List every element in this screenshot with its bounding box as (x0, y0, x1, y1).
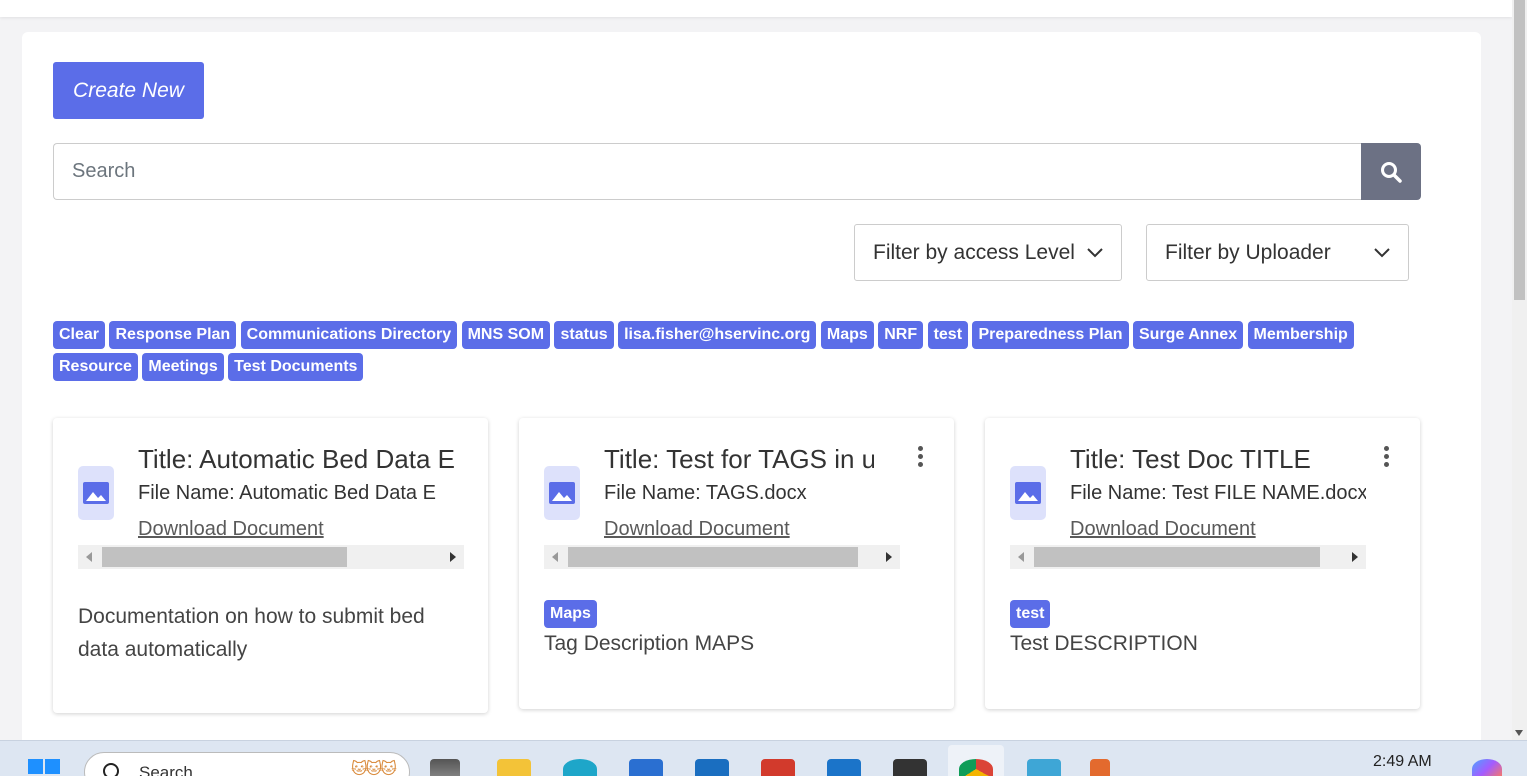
document-file-name: File Name: Test FILE NAME.docx (1070, 482, 1366, 504)
tag-description: Test DESCRIPTION (1010, 632, 1198, 655)
tag-preparedness-plan[interactable]: Preparedness Plan (972, 321, 1129, 349)
document-title: Title: Test Doc TITLE (1070, 444, 1311, 474)
taskbar-clock[interactable]: 2:49 AM (1373, 753, 1432, 771)
page-scrollbar[interactable] (1512, 0, 1527, 740)
tag-resource[interactable]: Resource (53, 353, 138, 381)
document-card: Title: Test for TAGS in us File Name: TA… (519, 418, 954, 709)
chevron-down-icon (1374, 247, 1390, 257)
search-button[interactable] (1361, 143, 1421, 200)
card-horizontal-scrollbar[interactable] (78, 545, 464, 569)
document-file-name: File Name: Automatic Bed Data E (138, 482, 436, 504)
document-title: Title: Automatic Bed Data E (138, 444, 455, 474)
scroll-left-arrow-icon[interactable] (1018, 552, 1024, 562)
windows-taskbar: Search 🐱🐱🐱 2:49 AM (0, 740, 1527, 776)
tag-status[interactable]: status (554, 321, 614, 349)
image-file-icon (544, 466, 580, 520)
document-title: Title: Test for TAGS in us (604, 444, 874, 474)
chrome-icon[interactable] (959, 759, 993, 776)
microsoft-store-icon[interactable] (629, 759, 663, 776)
scroll-left-arrow-icon[interactable] (552, 552, 558, 562)
kebab-menu-icon[interactable] (1382, 446, 1390, 470)
document-description: Documentation on how to submit bed data … (78, 605, 425, 661)
copilot-icon[interactable] (1472, 759, 1502, 776)
scroll-down-arrow-icon[interactable] (1515, 730, 1523, 736)
scrollbar-thumb[interactable] (568, 547, 858, 567)
filter-uploader-label: Filter by Uploader (1165, 240, 1331, 264)
dell-icon[interactable] (695, 759, 729, 776)
tag-surge-annex[interactable]: Surge Annex (1133, 321, 1244, 349)
top-header-bar (0, 0, 1512, 17)
tag-meetings[interactable]: Meetings (142, 353, 224, 381)
tag-filter-list: Clear Response Plan Communications Direc… (53, 321, 1423, 385)
filter-access-level-label: Filter by access Level (873, 240, 1075, 264)
document-file-name: File Name: TAGS.docx (604, 482, 807, 504)
filter-uploader-select[interactable]: Filter by Uploader (1146, 224, 1409, 281)
tag-test-documents[interactable]: Test Documents (228, 353, 364, 381)
kebab-menu-icon[interactable] (916, 446, 924, 470)
filter-access-level-select[interactable]: Filter by access Level (854, 224, 1122, 281)
image-file-icon (78, 466, 114, 520)
scroll-right-arrow-icon[interactable] (1352, 552, 1358, 562)
download-document-link[interactable]: Download Document (138, 518, 324, 541)
card-horizontal-scrollbar[interactable] (544, 545, 900, 569)
document-tag-badge[interactable]: test (1010, 600, 1051, 628)
scroll-left-arrow-icon[interactable] (86, 552, 92, 562)
terminal-icon[interactable] (893, 759, 927, 776)
document-tag-badge[interactable]: Maps (544, 600, 597, 628)
app-icon[interactable] (1090, 759, 1110, 776)
scroll-right-arrow-icon[interactable] (450, 552, 456, 562)
download-document-link[interactable]: Download Document (604, 518, 790, 541)
scrollbar-thumb[interactable] (1034, 547, 1320, 567)
document-card: Title: Test Doc TITLE File Name: Test FI… (985, 418, 1420, 709)
search-input[interactable] (53, 143, 1361, 200)
document-card: Title: Automatic Bed Data E File Name: A… (53, 418, 488, 713)
notepad-icon[interactable] (1027, 759, 1061, 776)
tag-communications-directory[interactable]: Communications Directory (240, 321, 458, 349)
image-file-icon (1010, 466, 1046, 520)
search-icon (103, 763, 119, 776)
create-new-button[interactable]: Create New (53, 62, 204, 119)
tag-description: Tag Description MAPS (544, 632, 755, 655)
taskbar-search-text: Search (139, 763, 193, 776)
task-view-icon[interactable] (430, 759, 460, 776)
taskbar-search-box[interactable]: Search 🐱🐱🐱 (84, 752, 410, 776)
search-icon (1381, 161, 1402, 183)
page-scrollbar-thumb[interactable] (1514, 0, 1525, 300)
tag-lisa-fisher[interactable]: lisa.fisher@hservinc.org (618, 321, 817, 349)
tag-nrf[interactable]: NRF (878, 321, 924, 349)
download-document-link[interactable]: Download Document (1070, 518, 1256, 541)
edge-browser-icon[interactable] (563, 759, 597, 776)
tag-maps[interactable]: Maps (820, 321, 874, 349)
search-highlight-icon: 🐱🐱🐱 (350, 761, 397, 776)
tag-membership[interactable]: Membership (1247, 321, 1354, 349)
tag-response-plan[interactable]: Response Plan (109, 321, 237, 349)
scrollbar-thumb[interactable] (102, 547, 347, 567)
gmail-icon[interactable] (761, 759, 795, 776)
chevron-down-icon (1087, 247, 1103, 257)
outlook-icon[interactable] (827, 759, 861, 776)
tag-mns-som[interactable]: MNS SOM (461, 321, 551, 349)
file-explorer-icon[interactable] (497, 759, 531, 776)
tag-test[interactable]: test (927, 321, 969, 349)
windows-start-icon[interactable] (28, 759, 62, 776)
card-horizontal-scrollbar[interactable] (1010, 545, 1366, 569)
scroll-right-arrow-icon[interactable] (886, 552, 892, 562)
tag-clear[interactable]: Clear (53, 321, 106, 349)
